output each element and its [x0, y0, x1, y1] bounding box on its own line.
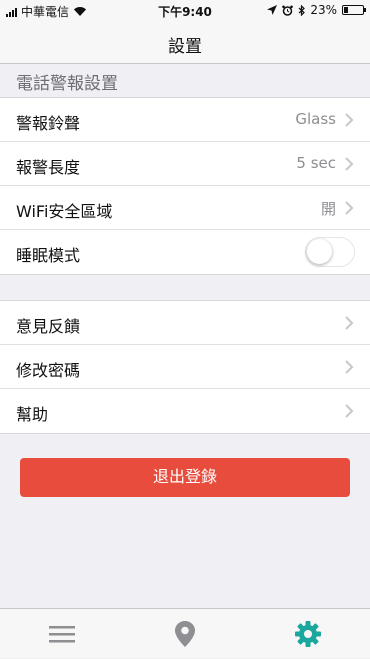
- battery-icon: [342, 5, 366, 15]
- help-row[interactable]: 幫助: [0, 389, 370, 433]
- change-password-row[interactable]: 修改密碼: [0, 345, 370, 389]
- chevron-right-icon: [345, 157, 354, 171]
- row-value: Glass: [295, 110, 336, 128]
- tab-menu[interactable]: [0, 609, 124, 659]
- other-settings-group: 意見反饋 修改密碼 幫助: [0, 300, 370, 434]
- toggle-knob: [307, 239, 332, 264]
- wifi-safe-zone-row[interactable]: WiFi安全區域 開: [0, 186, 370, 230]
- battery-level: [344, 7, 348, 13]
- tab-settings[interactable]: [246, 609, 370, 659]
- chevron-right-icon: [345, 113, 354, 127]
- row-label: 幫助: [16, 405, 49, 424]
- navigation-bar: 設置: [0, 20, 370, 64]
- row-label: 睡眠模式: [16, 246, 81, 265]
- section-header-alarm-settings: 電話警報設置: [0, 64, 370, 98]
- logout-button[interactable]: 退出登錄: [20, 458, 350, 497]
- bluetooth-icon: [298, 4, 306, 16]
- sleep-mode-row: 睡眠模式: [0, 230, 370, 274]
- row-value: 開: [320, 200, 336, 218]
- logout-label: 退出登錄: [152, 469, 217, 486]
- chevron-right-icon: [345, 201, 354, 215]
- status-right: 23%: [267, 3, 366, 17]
- alarm-duration-row[interactable]: 報警長度 5 sec: [0, 142, 370, 186]
- chevron-right-icon: [345, 404, 354, 418]
- tab-bar: [0, 608, 370, 658]
- page-title: 設置: [168, 37, 202, 57]
- row-label: WiFi安全區域: [16, 202, 113, 221]
- feedback-row[interactable]: 意見反饋: [0, 301, 370, 345]
- battery-percent: 23%: [310, 3, 337, 17]
- chevron-right-icon: [345, 316, 354, 330]
- row-label: 警報鈴聲: [16, 114, 81, 133]
- location-arrow-icon: [267, 5, 278, 15]
- alarm-ringtone-row[interactable]: 警報鈴聲 Glass: [0, 98, 370, 142]
- status-bar: 中華電信 下午9:40 23%: [0, 0, 370, 20]
- section-header-label: 電話警報設置: [16, 74, 118, 94]
- menu-icon: [49, 626, 75, 643]
- chevron-right-icon: [345, 360, 354, 374]
- tab-location[interactable]: [123, 609, 247, 659]
- row-value: 5 sec: [296, 154, 336, 172]
- row-label: 意見反饋: [16, 317, 81, 336]
- row-label: 報警長度: [16, 158, 81, 177]
- alarm-settings-group: 警報鈴聲 Glass 報警長度 5 sec WiFi安全區域 開 睡眠模式: [0, 97, 370, 275]
- map-pin-icon: [175, 621, 195, 647]
- alarm-icon: [282, 5, 294, 16]
- row-label: 修改密碼: [16, 361, 81, 380]
- sleep-mode-toggle[interactable]: [305, 237, 355, 267]
- gear-icon: [295, 621, 321, 647]
